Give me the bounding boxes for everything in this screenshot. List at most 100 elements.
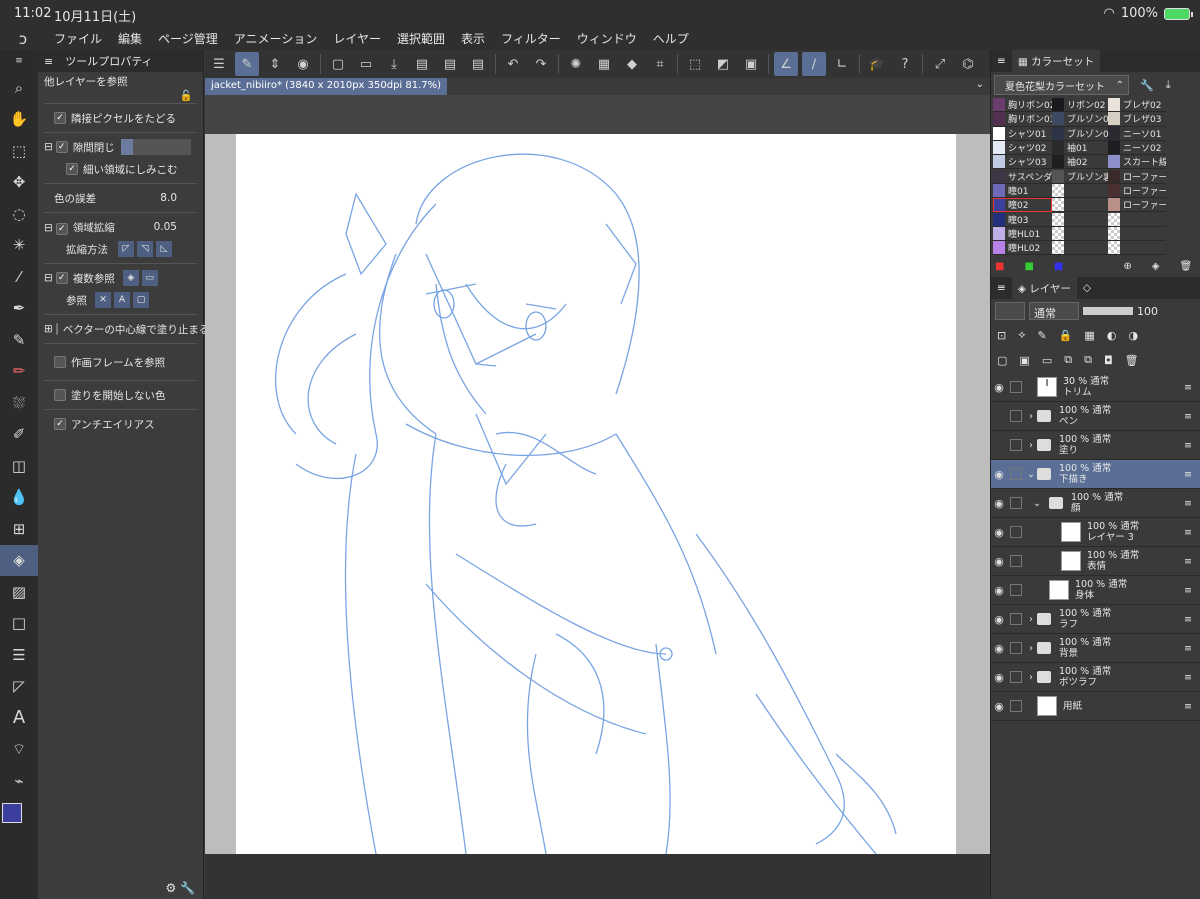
ref-row[interactable]: 参照 ✕ A ▢ [38, 289, 203, 311]
visibility-eye-icon[interactable]: ◉ [991, 381, 1007, 394]
antialias-checkbox[interactable]: ✓ [54, 418, 66, 430]
drag-handle-icon[interactable]: ≡ [1184, 701, 1192, 712]
draft-icon[interactable]: ✎ [1038, 329, 1047, 342]
mask-add-icon[interactable]: ◘ [1104, 354, 1113, 367]
color-cell[interactable] [1108, 241, 1166, 256]
color-cell[interactable]: 袖02 [1052, 155, 1108, 170]
frame-checkbox[interactable] [54, 356, 66, 368]
expand-chevron-icon[interactable]: › [1025, 672, 1037, 683]
blend-icon[interactable]: 💧 [0, 482, 38, 514]
layer-lock-checkbox[interactable] [1010, 497, 1022, 510]
document-tab[interactable]: jacket_nibiiro* (3840 x 2010px 350dpi 81… [205, 78, 448, 95]
mask-off-icon[interactable]: ◑ [1128, 329, 1138, 342]
eraser-icon[interactable]: ◫ [0, 450, 38, 482]
multi-ref-row[interactable]: ⊟ ✓ 複数参照 ◈ ▭ [38, 267, 203, 289]
drag-handle-icon[interactable]: ≡ [1184, 614, 1192, 625]
noncolor-row[interactable]: 塗りを開始しない色 [38, 384, 203, 406]
color-cell[interactable]: ブルゾン01 [1052, 112, 1108, 127]
layer-row[interactable]: ◉ › 100 % 通常 ラフ ≡ [991, 605, 1200, 635]
expand-checkbox[interactable]: ✓ [55, 222, 68, 235]
color-cell[interactable]: シャツ02 [993, 141, 1052, 156]
modifier-icon[interactable]: ⌬ [956, 52, 980, 76]
eyedropper-icon[interactable]: ⁄ [0, 261, 38, 293]
method-icon[interactable]: ◸ [118, 241, 134, 257]
lasso-icon[interactable]: ◌ [0, 198, 38, 230]
layer-row[interactable]: ◉ 用紙 ≡ [991, 692, 1200, 722]
menu-animation[interactable]: アニメーション [226, 30, 326, 47]
mesh-icon[interactable]: ⊞ [0, 513, 38, 545]
visibility-eye-icon[interactable]: ◉ [991, 642, 1007, 655]
opacity-value[interactable]: 100 [1137, 305, 1158, 318]
app-logo-icon[interactable]: ↄ [0, 30, 46, 48]
adjacent-checkbox[interactable]: ✓ [54, 112, 66, 124]
expand-row[interactable]: ⊟ ✓ 領域拡縮 0.05 [38, 216, 203, 238]
blend-mode-select[interactable]: 通常 [1029, 302, 1079, 321]
chevron-down-icon[interactable]: ⌄ [976, 79, 984, 90]
expand-chevron-icon[interactable]: ⌄ [1025, 469, 1037, 480]
balloon-icon[interactable]: ⌔ [0, 734, 38, 766]
visibility-eye-icon[interactable]: ◉ [991, 497, 1007, 510]
drag-handle-icon[interactable]: ≡ [1184, 382, 1192, 393]
expand-method-row[interactable]: 拡縮方法 ◸ ◹ ◺ [38, 238, 203, 260]
trash-icon[interactable]: 🗑 [1179, 261, 1192, 272]
deselect-icon[interactable]: ⬚ [683, 52, 707, 76]
visibility-eye-icon[interactable]: ◉ [991, 584, 1007, 597]
export-png-icon[interactable]: ▤ [438, 52, 462, 76]
replace-color-icon[interactable]: ◈ [1152, 261, 1160, 272]
color-cell[interactable]: 胸リボン02 [993, 98, 1052, 113]
layer-lock-checkbox[interactable] [1010, 671, 1022, 684]
updown-icon[interactable]: ⇕ [263, 52, 287, 76]
color-cell[interactable]: リボン02 [1052, 98, 1108, 113]
expand-chevron-icon[interactable]: › [1025, 643, 1037, 654]
ref-icon[interactable]: ✕ [95, 292, 111, 308]
drag-handle-icon[interactable]: ≡ [1184, 585, 1192, 596]
tolerance-row[interactable]: 色の誤差 8.0 [38, 187, 203, 209]
colorset-select[interactable]: 夏色花梨カラーセット ⌃ [994, 75, 1129, 95]
new-folder-icon[interactable]: ▭ [1042, 354, 1052, 367]
color-cell[interactable]: シャツ03 [993, 155, 1052, 170]
visibility-eye-icon[interactable]: ◉ [991, 555, 1007, 568]
color-cell[interactable]: ローファー01 [1108, 169, 1166, 184]
figure-icon[interactable]: □ [0, 608, 38, 640]
snap-ruler-icon[interactable]: ∠ [774, 52, 798, 76]
expand-chevron-icon[interactable]: › [1025, 411, 1037, 422]
fine-row[interactable]: ✓ 細い領域にしみこむ [38, 158, 203, 180]
layer-lock-checkbox[interactable] [1010, 381, 1022, 394]
layer-row[interactable]: ◉ 100 % 通常 レイヤー 3 ≡ [991, 518, 1200, 548]
new-file-icon[interactable]: ▢ [326, 52, 350, 76]
move-icon[interactable]: ✥ [0, 167, 38, 199]
expand-plus-icon[interactable]: ⊞ [44, 323, 53, 335]
drawing-canvas[interactable] [236, 134, 956, 855]
invert-icon[interactable]: ◩ [711, 52, 735, 76]
menu-page[interactable]: ページ管理 [150, 30, 226, 47]
settings-icon[interactable]: ⚙ 🔧 [165, 881, 195, 895]
visibility-eye-icon[interactable]: ◉ [991, 671, 1007, 684]
method-icon[interactable]: ◺ [156, 241, 172, 257]
layer-row[interactable]: ◉ I 30 % 通常 トリム ≡ [991, 373, 1200, 403]
drag-handle-icon[interactable]: ≡ [1184, 440, 1192, 451]
hand-icon[interactable]: ✋ [0, 104, 38, 136]
snap-line-icon[interactable]: ∕ [802, 52, 826, 76]
color-cell[interactable]: ニーソ02 [1108, 141, 1166, 156]
method-icon[interactable]: ◹ [137, 241, 153, 257]
brush-icon[interactable]: ✏ [0, 356, 38, 388]
gap-row[interactable]: ⊟ ✓ 隙間閉じ [38, 136, 203, 158]
redo-icon[interactable]: ↷ [529, 52, 553, 76]
new-raster-icon[interactable]: ▢ [997, 354, 1007, 367]
canvas-paper[interactable] [205, 134, 990, 855]
ruler-icon[interactable]: ◸ [0, 671, 38, 703]
drag-handle-icon[interactable]: ≡ [1184, 527, 1192, 538]
zoom-icon[interactable]: ⌕ [0, 72, 38, 104]
fullscreen-icon[interactable]: ⤢ [928, 52, 952, 76]
visibility-eye-icon[interactable]: ◉ [991, 526, 1007, 539]
export-jpg-icon[interactable]: ▤ [410, 52, 434, 76]
snap-grid-icon[interactable]: ∟ [830, 52, 854, 76]
color-cell[interactable]: ニーソ01 [1108, 126, 1166, 141]
airbrush-icon[interactable]: ⛆ [0, 387, 38, 419]
vector-checkbox[interactable] [55, 323, 58, 335]
tolerance-value[interactable]: 8.0 [160, 192, 177, 204]
drag-handle-icon[interactable]: ≡ [1184, 411, 1192, 422]
frame-icon[interactable]: ☰ [0, 639, 38, 671]
layer-row[interactable]: ◉ ⌄ 100 % 通常顔 ≡ [991, 489, 1200, 519]
layer-row[interactable]: ◉ ⌄ 100 % 通常 下描き ≡ [991, 460, 1200, 490]
